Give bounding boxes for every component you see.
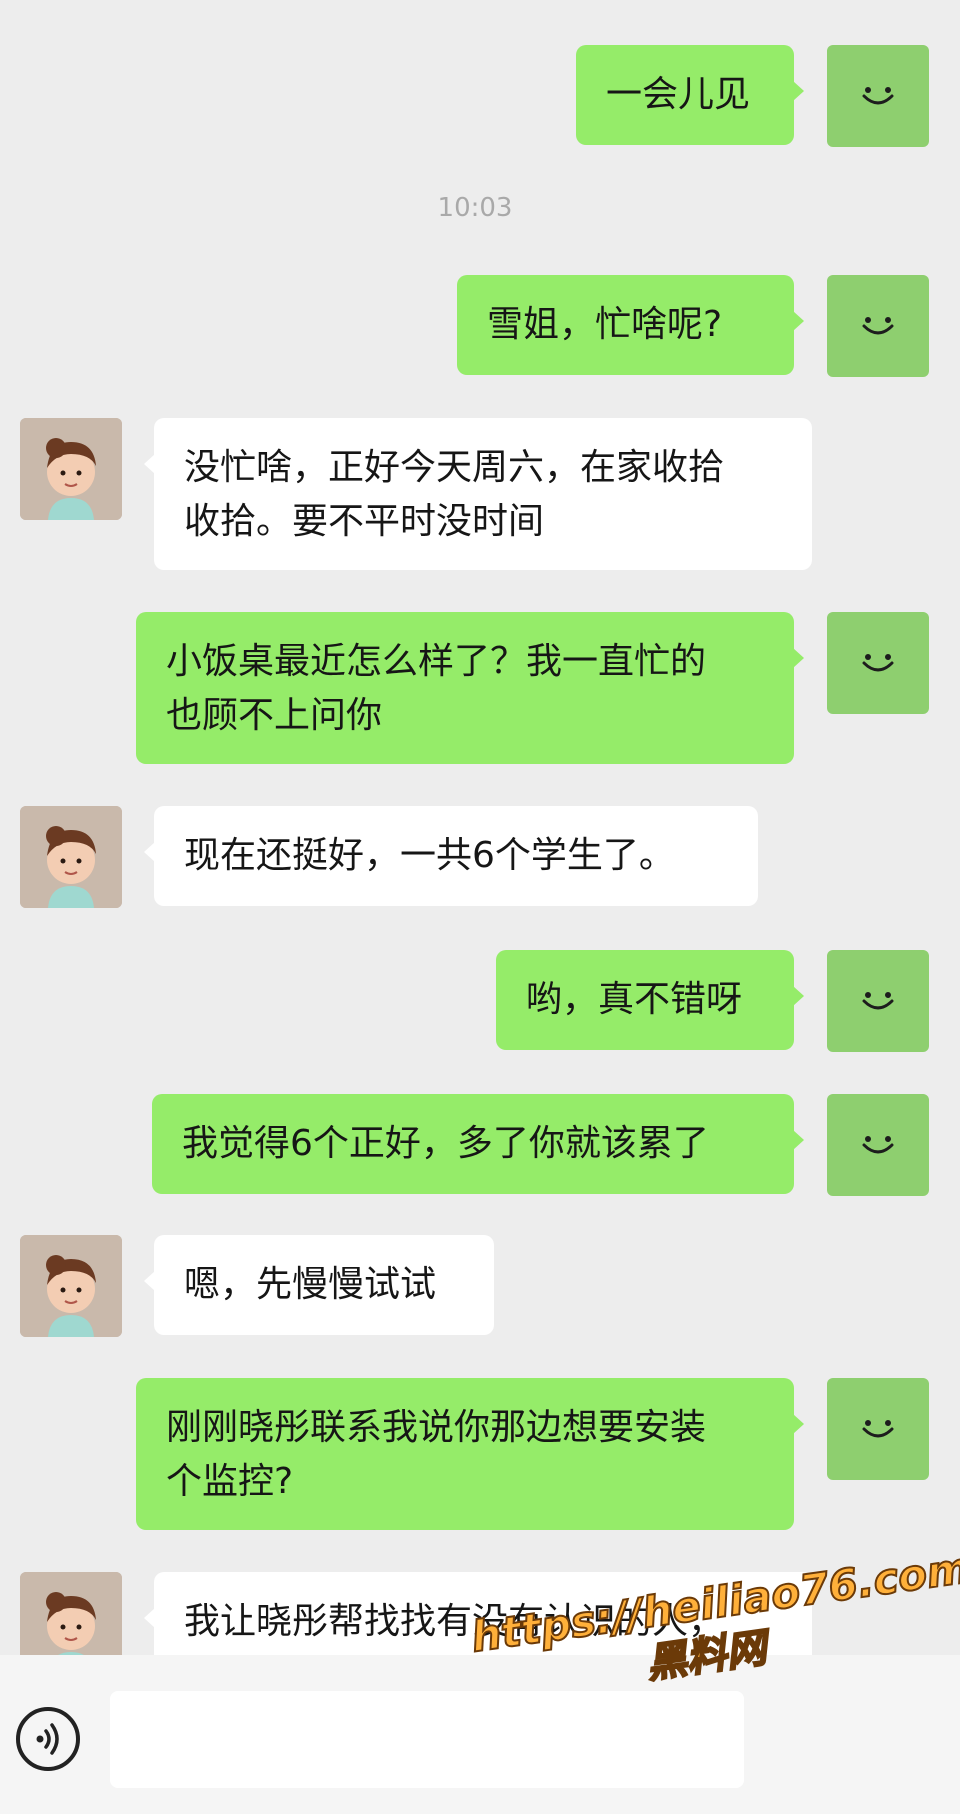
contact-avatar[interactable] [20, 806, 122, 908]
voice-input-button[interactable] [16, 1707, 80, 1771]
contact-avatar[interactable] [20, 418, 122, 520]
girl-avatar-icon [20, 806, 122, 908]
my-avatar[interactable] [827, 1094, 929, 1196]
voice-icon [36, 1723, 59, 1755]
smile-icon [862, 87, 894, 105]
my-avatar[interactable] [827, 275, 929, 377]
girl-avatar-icon [20, 1235, 122, 1337]
message-bubble[interactable]: 我觉得6个正好，多了你就该累了 [152, 1094, 804, 1194]
my-avatar[interactable] [827, 950, 929, 1052]
message-bubble[interactable]: 一会儿见 [576, 45, 804, 145]
girl-avatar-icon [20, 1572, 122, 1655]
my-avatar[interactable] [827, 612, 929, 714]
contact-avatar[interactable] [20, 1572, 122, 1655]
message-bubble[interactable]: 现在还挺好，一共6个学生了。 [144, 806, 758, 906]
smile-icon [862, 654, 894, 672]
chat-area[interactable]: 一会儿见 10:03 雪姐，忙啥呢? 没忙啥，正好今天周六，在家收拾 收拾。要不… [0, 0, 960, 1655]
smile-icon [862, 992, 894, 1010]
message-bubble[interactable]: 嗯，先慢慢试试 [144, 1235, 494, 1335]
message-bubble[interactable]: 雪姐，忙啥呢? [457, 275, 804, 375]
smile-icon [862, 317, 894, 335]
smile-icon [862, 1420, 894, 1438]
my-avatar[interactable] [827, 45, 929, 147]
message-bubble[interactable]: 刚刚晓彤联系我说你那边想要安装 个监控? [136, 1378, 804, 1530]
contact-avatar[interactable] [20, 1235, 122, 1337]
my-avatar[interactable] [827, 1378, 929, 1480]
smile-icon [862, 1136, 894, 1154]
message-bubble[interactable]: 哟，真不错呀 [496, 950, 804, 1050]
girl-avatar-icon [20, 418, 122, 520]
message-bubble[interactable]: 没忙啥，正好今天周六，在家收拾 收拾。要不平时没时间 [144, 418, 812, 570]
message-bubble[interactable]: 小饭桌最近怎么样了？我一直忙的 也顾不上问你 [136, 612, 804, 764]
message-timestamp: 10:03 [437, 193, 513, 223]
